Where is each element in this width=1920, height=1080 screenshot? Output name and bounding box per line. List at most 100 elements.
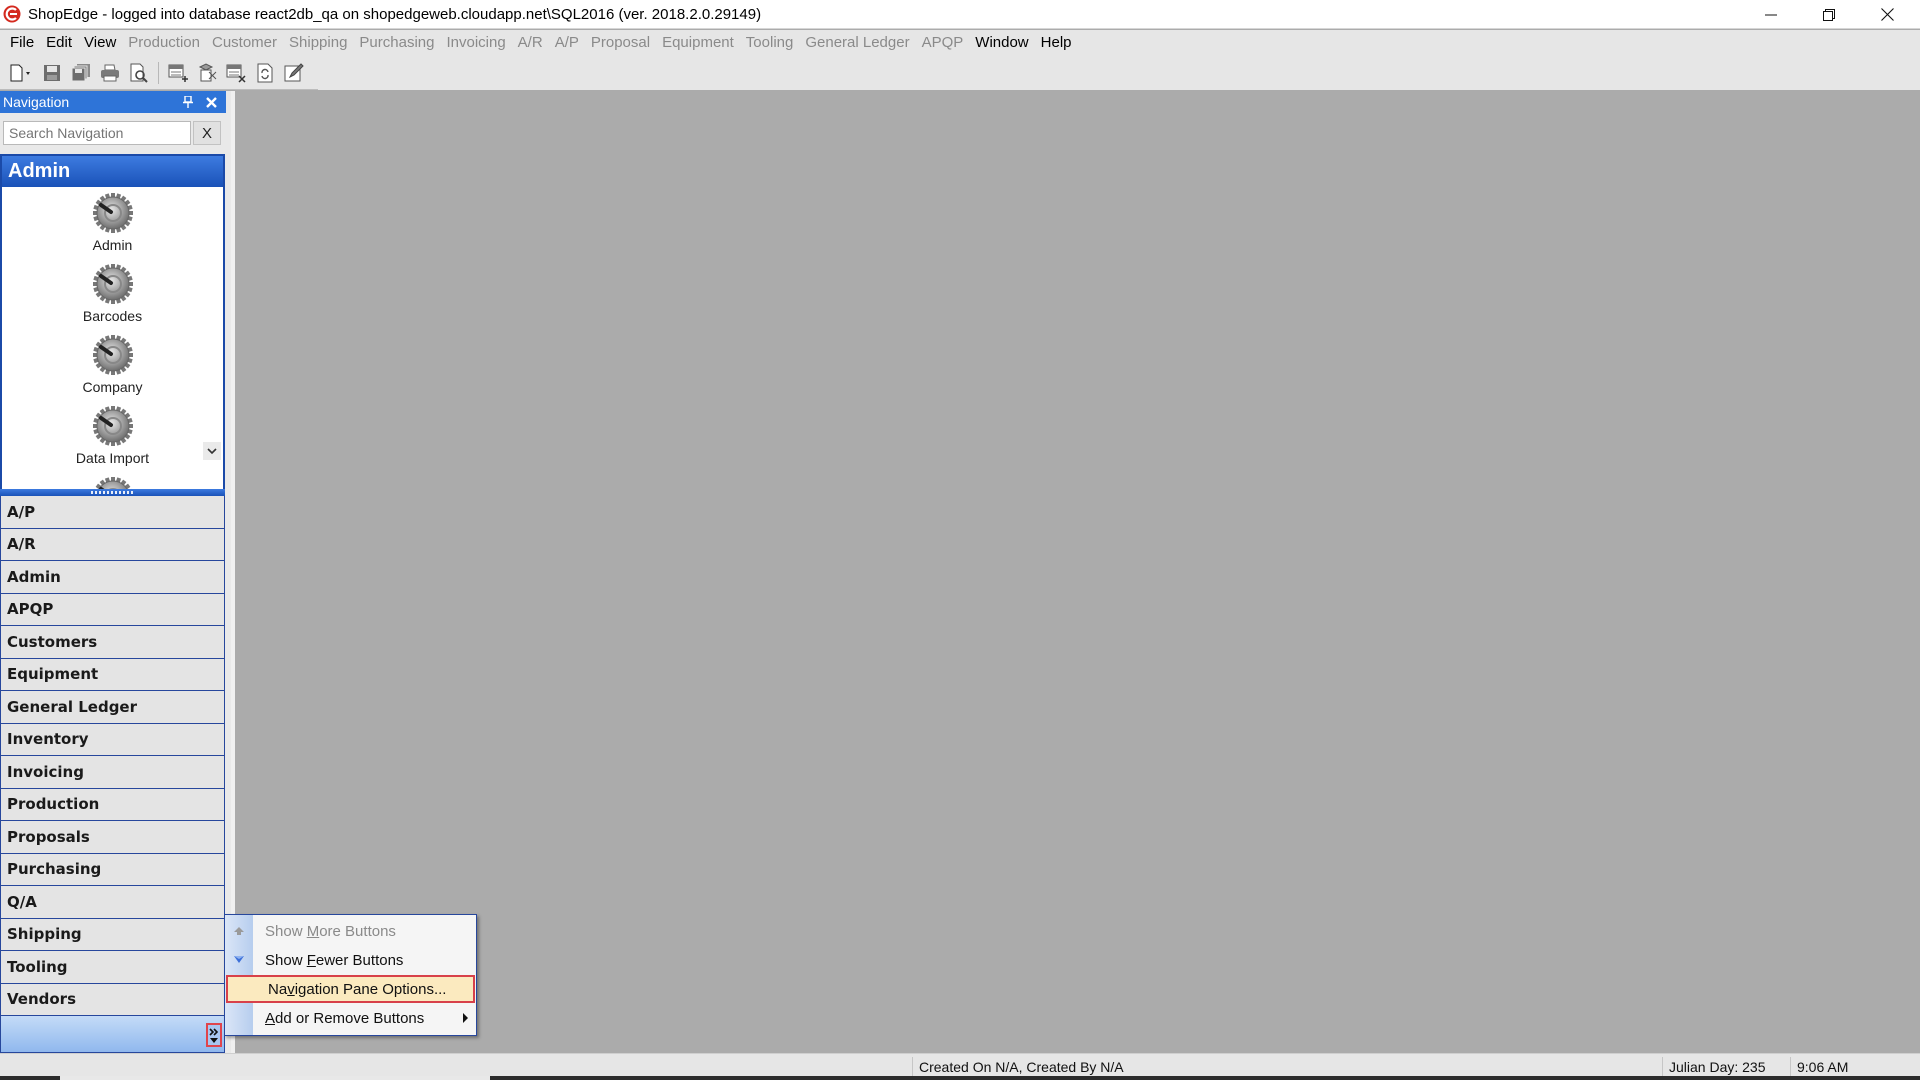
menu-proposal[interactable]: Proposal [585,30,656,56]
scroll-down-button[interactable] [203,442,221,460]
menu-item-label: Navigation Pane Options... [268,980,447,998]
menu-tooling[interactable]: Tooling [740,30,800,56]
section-label: Proposals [7,827,90,846]
delete-record-button[interactable] [223,60,249,86]
refresh-button[interactable] [252,60,278,86]
edit-button[interactable] [281,60,307,86]
minimize-button[interactable] [1742,0,1800,29]
section-apqp[interactable]: APQP [0,593,225,626]
navigation-pane: Navigation X Admin Admin [0,91,231,1053]
save-all-button[interactable] [68,60,94,86]
configure-buttons-button[interactable] [206,1023,222,1047]
section-label: Production [7,795,100,814]
nav-button-data-import[interactable]: Data Import [2,403,223,473]
section-a-r[interactable]: A/R [0,528,225,561]
workspace-area [231,91,1920,1053]
status-created: Created On N/A, Created By N/A [912,1057,1662,1078]
section-shipping[interactable]: Shipping [0,918,225,951]
edit-icon [284,63,304,82]
nav-button-company[interactable]: Company [2,332,223,402]
menu-file[interactable]: File [4,30,40,56]
save-all-icon [71,64,90,82]
nav-button-label: Company [82,379,143,395]
section-production[interactable]: Production [0,788,225,821]
save-icon [44,65,60,81]
menu-item-show-fewer-buttons[interactable]: Show Fewer Buttons [225,946,476,974]
shopedge-logo-icon [2,4,22,24]
menu-apqp[interactable]: APQP [916,30,970,56]
section-a-p[interactable]: A/P [0,496,225,529]
section-label: Shipping [7,925,82,944]
print-preview-button[interactable] [126,60,152,86]
menu-a-p[interactable]: A/P [549,30,585,56]
menu-item-label: Add or Remove Buttons [265,1009,425,1027]
section-q-a[interactable]: Q/A [0,886,225,919]
delete-record-icon [226,64,246,83]
gear-icon [91,262,135,306]
add-record-button[interactable] [165,60,191,86]
navigation-title: Navigation [3,94,70,110]
navigation-context-menu: Show More Buttons Show Fewer Buttons Navig… [224,914,477,1036]
section-general-ledger[interactable]: General Ledger [0,691,225,724]
menu-general-ledger[interactable]: General Ledger [799,30,915,56]
status-time: 9:06 AM [1790,1057,1920,1078]
menu-invoicing[interactable]: Invoicing [440,30,511,56]
menu-a-r[interactable]: A/R [512,30,549,56]
menu-bar: File Edit View Production Customer Shipping Pu… [0,30,1920,56]
section-tooling[interactable]: Tooling [0,951,225,984]
copy-record-icon [198,63,217,82]
arrow-down-icon [225,955,253,965]
section-inventory[interactable]: Inventory [0,723,225,756]
section-label: APQP [7,600,54,619]
menu-item-add-or-remove-buttons[interactable]: Add or Remove Buttons [225,1004,476,1032]
menu-help[interactable]: Help [1035,30,1078,56]
clear-search-button[interactable]: X [193,121,221,145]
new-document-button[interactable] [6,60,36,86]
section-proposals[interactable]: Proposals [0,821,225,854]
refresh-icon [257,63,273,83]
section-label: Tooling [7,957,68,976]
print-button[interactable] [97,60,123,86]
section-label: Purchasing [7,860,102,879]
menu-purchasing[interactable]: Purchasing [353,30,440,56]
menu-view[interactable]: View [78,30,122,56]
pane-splitter-handle[interactable] [0,489,225,496]
section-customers[interactable]: Customers [0,626,225,659]
gear-icon [91,333,135,377]
section-equipment[interactable]: Equipment [0,658,225,691]
section-invoicing[interactable]: Invoicing [0,756,225,789]
section-label: General Ledger [7,697,137,716]
menu-window[interactable]: Window [969,30,1034,56]
section-label: A/P [7,502,36,521]
section-admin[interactable]: Admin [0,561,225,594]
arrow-up-icon [225,926,253,936]
shopedge-app: ShopEdge - logged into database react2db… [0,0,1920,1080]
section-purchasing[interactable]: Purchasing [0,853,225,886]
save-button[interactable] [39,60,65,86]
nav-button-barcodes[interactable]: Barcodes [2,261,223,331]
toolbar-separator [158,62,159,84]
close-button[interactable] [1858,0,1916,29]
menu-equipment[interactable]: Equipment [656,30,740,56]
restore-button[interactable] [1800,0,1858,29]
menu-customer[interactable]: Customer [206,30,283,56]
section-label: A/R [7,535,36,554]
restore-icon [1823,8,1835,21]
chevron-double-right-icon [209,1027,219,1036]
search-navigation-input[interactable] [3,121,191,145]
menu-shipping[interactable]: Shipping [283,30,353,56]
section-vendors[interactable]: Vendors [0,983,225,1016]
title-bar: ShopEdge - logged into database react2db… [0,0,1920,29]
copy-record-button[interactable] [194,60,220,86]
section-label: Customers [7,632,98,651]
close-navigation-button[interactable] [202,92,220,112]
pin-button[interactable] [180,93,196,111]
menu-edit[interactable]: Edit [40,30,78,56]
section-label: Invoicing [7,762,84,781]
nav-button-admin[interactable]: Admin [2,190,223,260]
navigation-search: X [3,121,223,145]
navigation-header: Navigation [0,91,226,113]
menu-item-navigation-pane-options[interactable]: Navigation Pane Options... [226,975,475,1003]
menu-item-show-more-buttons[interactable]: Show More Buttons [225,917,476,945]
menu-production[interactable]: Production [122,30,206,56]
